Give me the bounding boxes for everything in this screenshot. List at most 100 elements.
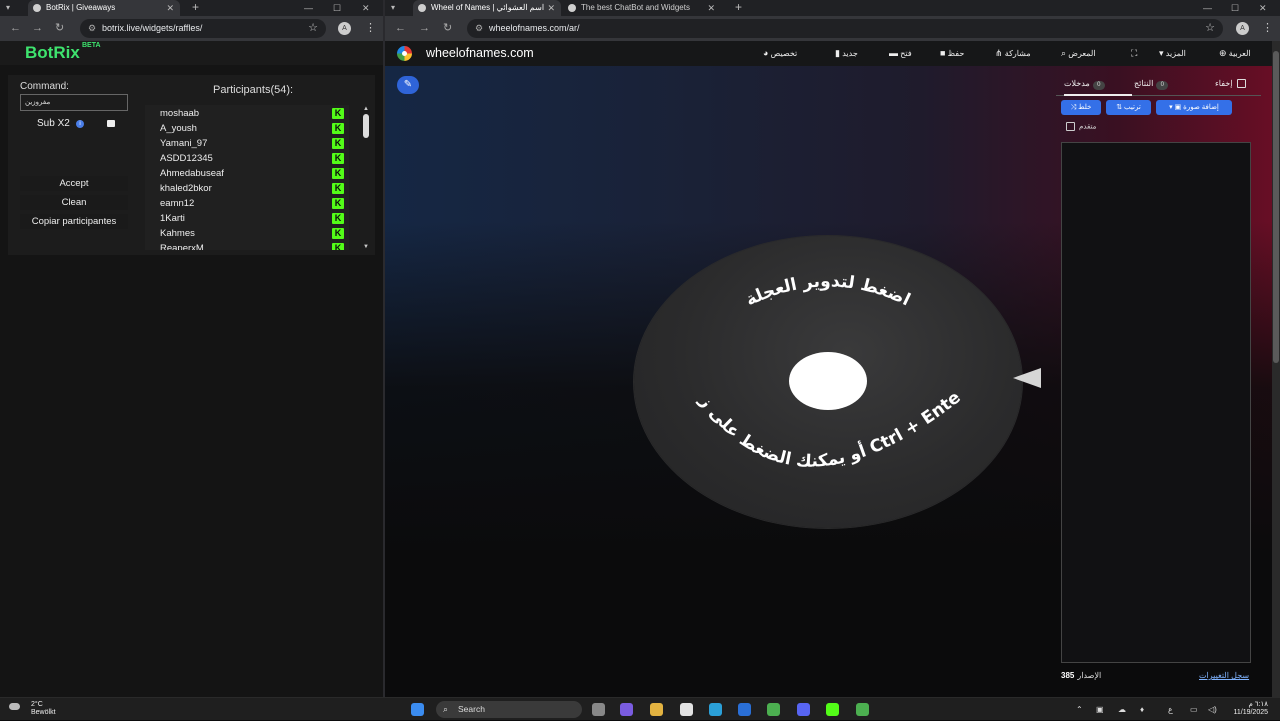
edit-pencil-button[interactable]: ✎ [397,76,419,94]
scroll-down-icon[interactable]: ▼ [363,244,369,250]
maximize-icon[interactable]: ☐ [333,0,341,16]
reload-icon[interactable]: ↻ [55,16,64,41]
bookmark-star-icon[interactable]: ☆ [308,19,318,38]
chrome-icon[interactable] [767,703,780,716]
entries-textarea[interactable] [1061,142,1251,663]
forward-icon[interactable]: → [32,16,43,41]
advanced-checkbox[interactable] [1066,122,1075,131]
mail-icon[interactable] [738,703,751,716]
language-button[interactable]: ⊕ العربية [1215,41,1251,66]
new-tab-icon[interactable]: + [735,0,742,15]
site-info-icon[interactable]: ⚙ [475,19,483,38]
url-field[interactable]: ⚙ botrix.live/widgets/raffles/ ☆ [80,19,326,38]
close-tab-icon[interactable]: ✕ [547,0,555,16]
add-image-button[interactable]: ▾ ▣ إضافة صورة [1156,100,1232,115]
tab-search-chevron-icon[interactable]: ▾ [6,0,10,16]
start-icon[interactable] [411,703,424,716]
fullscreen-button[interactable]: ⛶ [1127,41,1137,66]
kick-icon: K [332,123,344,134]
shuffle-button[interactable]: ⤨ خلط [1061,100,1101,115]
share-button[interactable]: ⋔ مشاركة [991,41,1031,66]
cloud-tray-icon[interactable]: ☁ [1118,698,1126,721]
tab-search-chevron-icon[interactable]: ▾ [391,0,395,16]
url-field[interactable]: ⚙ wheelofnames.com/ar/ ☆ [467,19,1223,38]
accept-button[interactable]: Accept [20,176,128,191]
open-button[interactable]: ▬ فتح [885,41,912,66]
back-icon[interactable]: ← [10,16,21,41]
scroll-thumb[interactable] [363,114,369,138]
hide-toggle[interactable]: إخفاء [1215,74,1247,96]
system-clock[interactable]: ٦:١٨ م 11/19/2025 [1228,701,1268,717]
changelog-link[interactable]: سجل التغييرات [1199,671,1249,680]
browser-menu-icon[interactable]: ⋮ [1262,16,1273,41]
profile-avatar[interactable]: A [338,22,351,35]
close-window-icon[interactable]: ✕ [1259,0,1267,16]
tab-botrix[interactable]: BotRix | Giveaways ✕ [28,0,180,16]
wheel-logo-text[interactable]: wheelofnames.com [426,46,534,60]
profile-avatar[interactable]: A [1236,22,1249,35]
back-icon[interactable]: ← [395,16,406,41]
tray-chevron-icon[interactable]: ⌃ [1076,698,1083,721]
customize-button[interactable]: ◕ تخصيص [759,41,797,66]
copy-participants-button[interactable]: Copiar participantes [20,214,128,229]
wheel-hub[interactable] [789,352,867,410]
volume-icon[interactable]: ◁) [1208,698,1217,721]
tab-results[interactable]: النتائج 0 [1134,74,1171,96]
bookmark-star-icon[interactable]: ☆ [1205,19,1215,38]
command-input[interactable]: مفروزين [20,94,128,111]
network-icon[interactable]: ▭ [1190,698,1198,721]
gallery-button[interactable]: ⌕ المعرض [1057,41,1096,66]
kick-icon: K [332,213,344,224]
botrix-logo[interactable]: BotRix [25,43,80,63]
scroll-up-icon[interactable]: ▲ [363,106,369,112]
copilot-icon[interactable] [620,703,633,716]
minimize-icon[interactable]: — [304,0,313,16]
page-scrollbar[interactable] [1272,41,1280,697]
wheel-area[interactable]: اضغط لتدوير العجلة أو يمكنك الضغط على زر… [632,234,1041,530]
participants-scrollbar[interactable]: ▲ ▼ [362,106,370,251]
sub-x2-checkbox[interactable] [107,120,115,127]
participant-name: khaled2bkor [160,183,212,194]
close-window-icon[interactable]: ✕ [362,0,370,16]
reload-icon[interactable]: ↻ [443,16,452,41]
discord-icon[interactable] [797,703,810,716]
maximize-icon[interactable]: ☐ [1231,0,1239,16]
taskbar-search[interactable]: ⌕ Search [436,701,582,718]
wheel-logo-icon[interactable] [397,46,412,61]
new-button[interactable]: ▮ جديد [831,41,858,66]
chrome-active-icon[interactable] [856,703,869,716]
tab-entries[interactable]: مدخلات 0 [1064,74,1132,96]
tab-wheel-of-names[interactable]: Wheel of Names | اسم العشوائي ✕ [413,0,561,16]
save-button[interactable]: ■ حفظ [936,41,964,66]
edge-icon[interactable] [709,703,722,716]
advanced-toggle[interactable]: متقدم [1066,122,1096,131]
tray-app-icon[interactable]: ▣ [1096,698,1104,721]
page-scroll-thumb[interactable] [1273,51,1279,363]
list-item: eamn12 K [145,196,349,211]
browser-menu-icon[interactable]: ⋮ [365,16,376,41]
keyboard-lang[interactable]: ع [1168,698,1173,721]
close-tab-icon[interactable]: ✕ [166,0,174,16]
close-tab-icon[interactable]: ✕ [707,0,715,16]
new-label: جديد [842,49,858,58]
minimize-icon[interactable]: — [1203,0,1212,16]
info-icon[interactable]: i [76,120,84,128]
url-text: botrix.live/widgets/raffles/ [102,23,203,33]
mic-icon[interactable]: ♦ [1140,698,1144,721]
kick-app-icon[interactable] [826,703,839,716]
file-explorer-icon[interactable] [650,703,663,716]
tab-botrix-chatbot[interactable]: The best ChatBot and Widgets ✕ [563,0,721,16]
kick-icon: K [332,168,344,179]
calendar-app-icon[interactable] [680,703,693,716]
new-tab-icon[interactable]: + [192,0,199,15]
weather-desc: Bewölkt [31,709,56,716]
clean-button[interactable]: Clean [20,195,128,210]
site-info-icon[interactable]: ⚙ [88,19,96,38]
hide-checkbox[interactable] [1237,79,1247,89]
participants-list[interactable]: moshaab K A_yoush K Yamani_97 K ASDD12345 K … [145,105,349,250]
task-view-icon[interactable] [592,703,605,716]
forward-icon[interactable]: → [419,16,430,41]
list-item: moshaab K [145,106,349,121]
more-button[interactable]: ▾ المزيد [1155,41,1186,66]
sort-button[interactable]: ⇅ ترتيب [1106,100,1151,115]
